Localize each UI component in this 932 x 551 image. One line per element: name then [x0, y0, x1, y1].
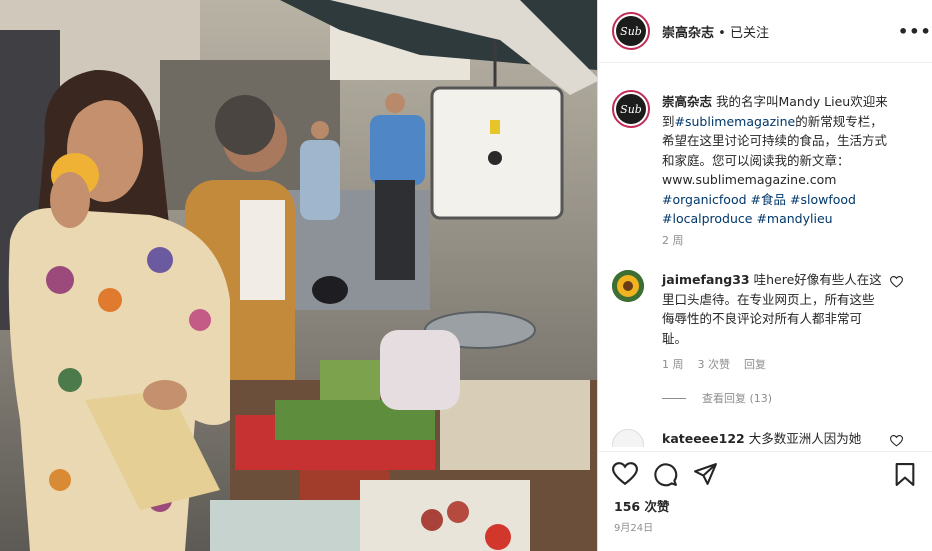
- header-title: 崇高杂志 • 已关注: [662, 22, 769, 41]
- comment-likes[interactable]: 3 次赞: [698, 358, 731, 371]
- likes-count[interactable]: 156 次赞: [614, 496, 669, 515]
- commenter-username[interactable]: kateeee122: [662, 431, 745, 446]
- post-photo[interactable]: [0, 0, 597, 551]
- comment-body: 大多数亚洲人因为她: [744, 431, 862, 446]
- bookmark-icon[interactable]: [894, 462, 916, 487]
- comment-meta: 1 周 3 次赞 回复: [662, 356, 780, 372]
- view-replies-button[interactable]: 查看回复 (13): [662, 390, 772, 406]
- send-icon[interactable]: [693, 462, 718, 487]
- caption-time[interactable]: 2 周: [662, 232, 684, 248]
- view-replies-label: 查看回复 (13): [702, 392, 773, 405]
- commenter-username[interactable]: jaimefang33: [662, 272, 750, 287]
- post-side-panel: Sub 崇高杂志 • 已关注 ••• Sub 崇高杂志 我的名字叫Mandy L…: [597, 0, 932, 551]
- commenter-avatar[interactable]: [612, 429, 644, 447]
- action-bar: 156 次赞 9月24日: [598, 451, 932, 551]
- header-separator: •: [714, 26, 730, 41]
- heart-icon[interactable]: [612, 462, 638, 486]
- comment-text: jaimefang33 哇here好像有些人在这里口头虐待。在专业网页上，所有这…: [662, 270, 882, 348]
- post-viewer: Sub 崇高杂志 • 已关注 ••• Sub 崇高杂志 我的名字叫Mandy L…: [0, 0, 932, 551]
- author-username[interactable]: 崇高杂志: [662, 26, 714, 41]
- replies-divider: [662, 397, 686, 399]
- caption-avatar-logo: Sub: [616, 94, 646, 124]
- hashtag-link[interactable]: #食品: [751, 192, 786, 207]
- comment-heart-icon[interactable]: [890, 435, 903, 447]
- hashtag-link[interactable]: #organicfood: [662, 192, 747, 207]
- commenter-avatar[interactable]: [612, 270, 644, 302]
- hashtag-link[interactable]: #mandylieu: [756, 211, 832, 226]
- comment-heart-icon[interactable]: [890, 276, 903, 288]
- author-avatar-logo: Sub: [616, 16, 646, 46]
- author-avatar[interactable]: Sub: [612, 12, 650, 50]
- hashtag-link[interactable]: #localproduce: [662, 211, 752, 226]
- caption-username[interactable]: 崇高杂志: [662, 94, 712, 109]
- comment-icon[interactable]: [653, 462, 678, 487]
- comment-text: kateeee122 大多数亚洲人因为她: [662, 429, 882, 447]
- comment-item: kateeee122 大多数亚洲人因为她: [612, 427, 922, 447]
- post-date[interactable]: 9月24日: [614, 519, 653, 534]
- caption-text: 崇高杂志 我的名字叫Mandy Lieu欢迎来到#sublimemagazine…: [662, 92, 894, 229]
- market-photo-illustration: [0, 0, 597, 551]
- comment-time[interactable]: 1 周: [662, 358, 684, 371]
- sunflower-avatar-image: [612, 270, 644, 302]
- more-icon[interactable]: •••: [898, 22, 932, 41]
- reply-button[interactable]: 回复: [744, 358, 766, 371]
- hashtag-link[interactable]: #sublimemagazine: [675, 114, 796, 129]
- hashtag-link[interactable]: #slowfood: [790, 192, 856, 207]
- caption-avatar[interactable]: Sub: [612, 90, 650, 128]
- follow-status[interactable]: 已关注: [730, 26, 769, 41]
- post-header: Sub 崇高杂志 • 已关注 •••: [598, 0, 932, 63]
